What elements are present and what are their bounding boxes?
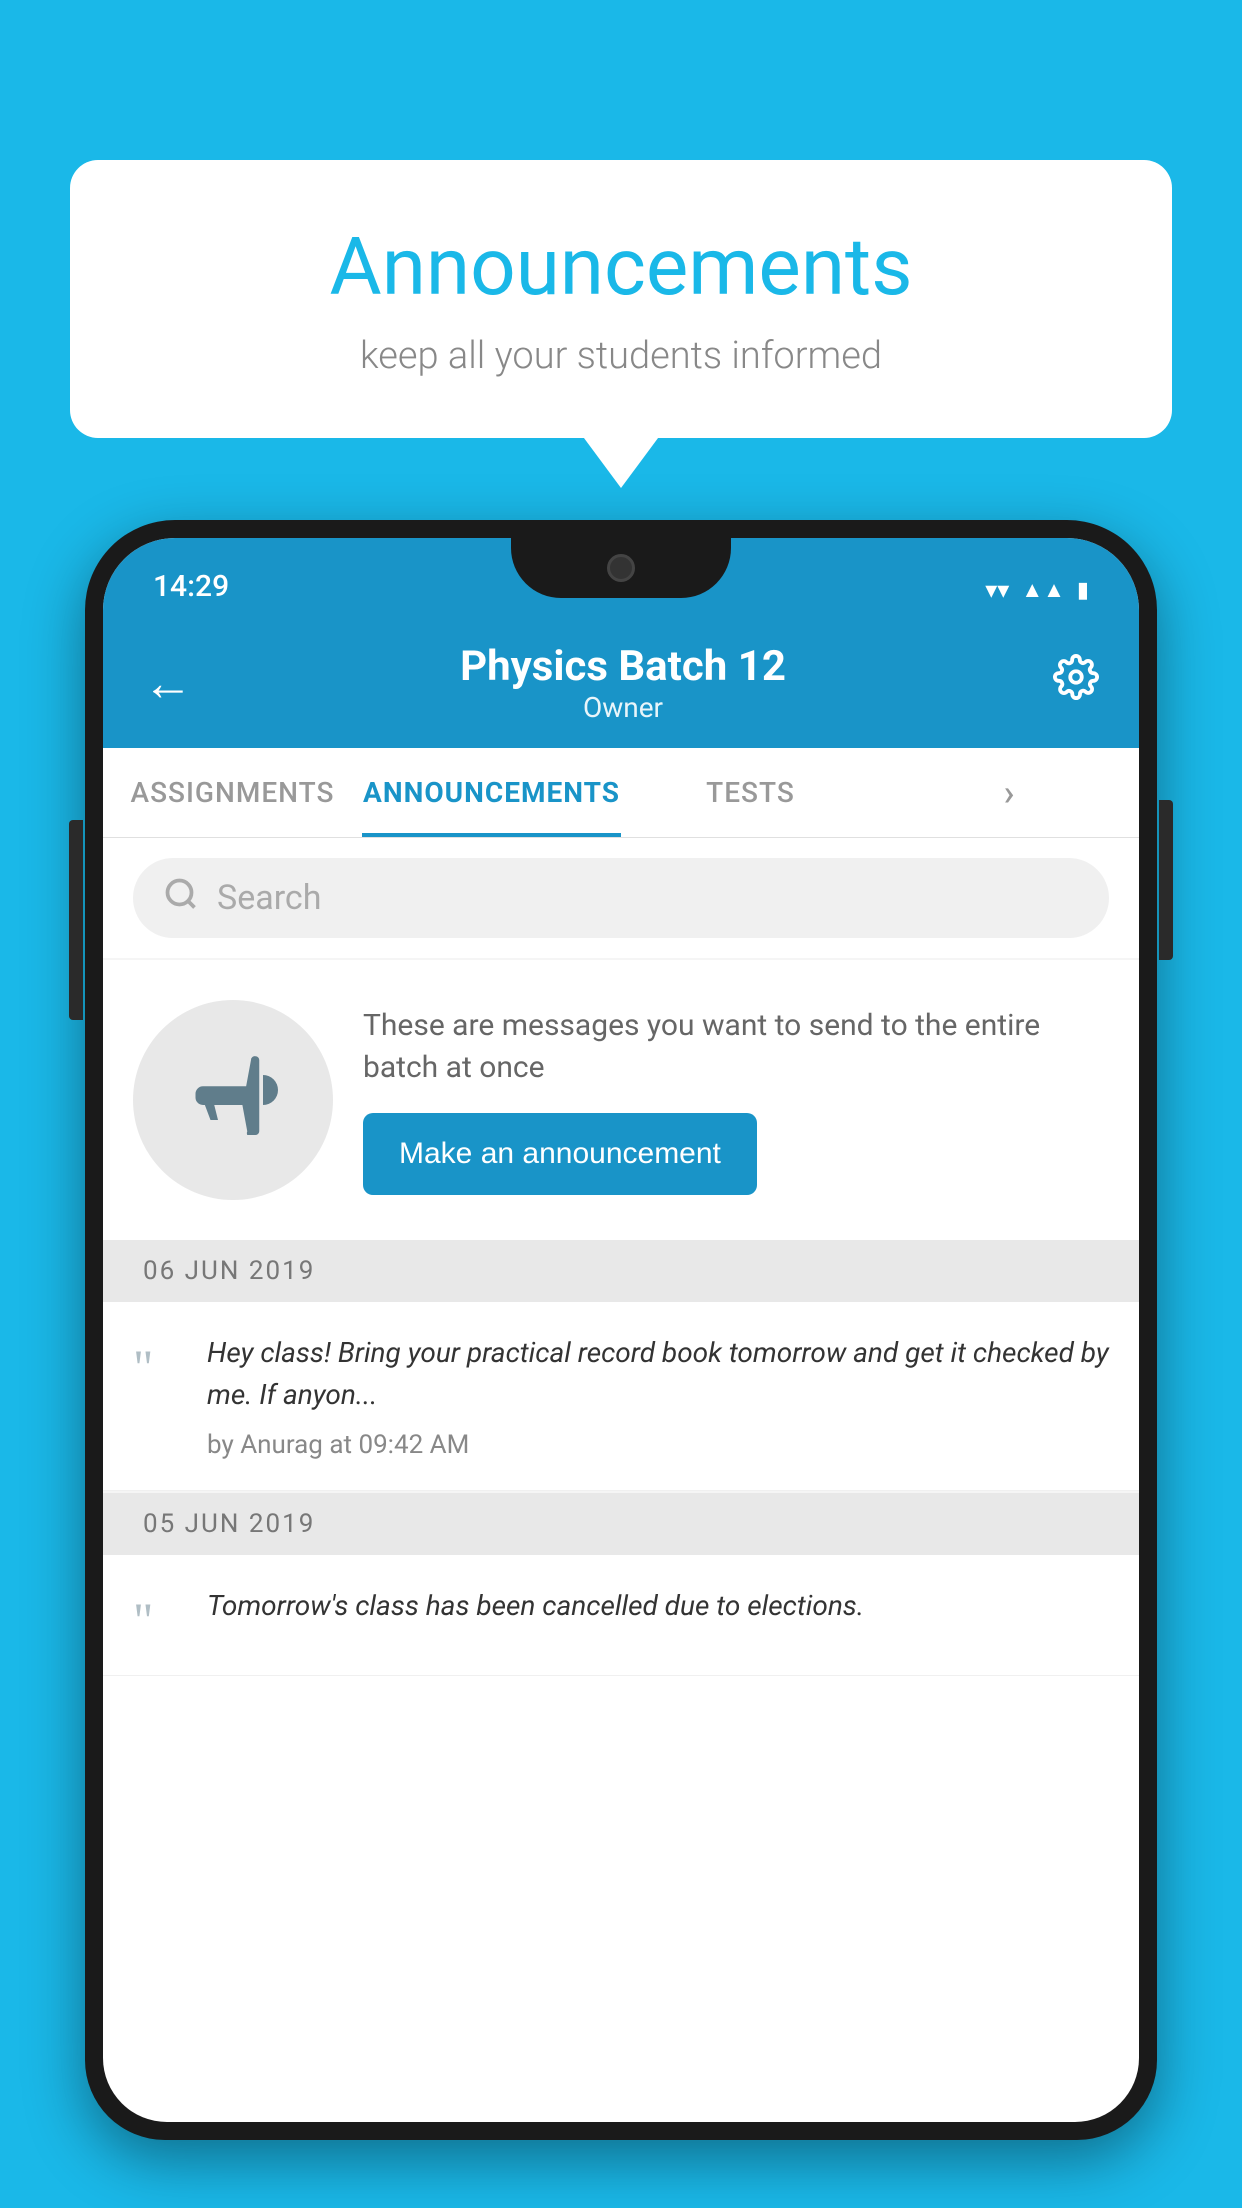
date-divider-1: 06 JUN 2019 <box>103 1240 1139 1302</box>
megaphone-icon <box>188 1045 278 1155</box>
tab-announcements[interactable]: ANNOUNCEMENTS <box>362 748 621 837</box>
promo-description: These are messages you want to send to t… <box>363 1005 1109 1089</box>
app-bar-subtitle: Owner <box>583 691 663 724</box>
app-bar-title-container: Physics Batch 12 Owner <box>460 642 786 724</box>
wifi-icon: ▾▾ <box>985 576 1009 604</box>
app-bar: ← Physics Batch 12 Owner <box>103 618 1139 748</box>
phone-outer-frame: 14:29 ▾▾ ▲▲ ▮ ← Physics Batch 12 Owner <box>85 520 1157 2140</box>
announcement-content-2: Tomorrow's class has been cancelled due … <box>207 1585 1109 1641</box>
phone-inner-screen: 14:29 ▾▾ ▲▲ ▮ ← Physics Batch 12 Owner <box>103 538 1139 2122</box>
make-announcement-button[interactable]: Make an announcement <box>363 1113 757 1195</box>
speech-bubble-section: Announcements keep all your students inf… <box>70 160 1172 438</box>
speech-bubble-title: Announcements <box>150 220 1092 314</box>
front-camera <box>607 554 635 582</box>
status-time: 14:29 <box>153 569 229 604</box>
phone-mockup: 14:29 ▾▾ ▲▲ ▮ ← Physics Batch 12 Owner <box>85 520 1157 2208</box>
tab-assignments[interactable]: ASSIGNMENTS <box>103 748 362 837</box>
announcement-item-1[interactable]: " Hey class! Bring your practical record… <box>103 1302 1139 1491</box>
date-label-1: 06 JUN 2019 <box>143 1256 315 1286</box>
announcement-item-2[interactable]: " Tomorrow's class has been cancelled du… <box>103 1555 1139 1676</box>
content-area: Search These are messages <box>103 838 1139 1676</box>
back-button[interactable]: ← <box>143 654 193 713</box>
search-icon <box>163 876 199 921</box>
tab-more[interactable]: › <box>880 748 1139 837</box>
speech-bubble-subtitle: keep all your students informed <box>150 334 1092 378</box>
promo-icon-circle <box>133 1000 333 1200</box>
quote-icon-2: " <box>133 1595 183 1645</box>
announcement-text-1: Hey class! Bring your practical record b… <box>207 1332 1109 1416</box>
date-label-2: 05 JUN 2019 <box>143 1509 315 1539</box>
announcement-content-1: Hey class! Bring your practical record b… <box>207 1332 1109 1460</box>
signal-icon: ▲▲ <box>1021 577 1065 603</box>
speech-bubble-card: Announcements keep all your students inf… <box>70 160 1172 438</box>
tabs-container: ASSIGNMENTS ANNOUNCEMENTS TESTS › <box>103 748 1139 838</box>
search-bar[interactable]: Search <box>133 858 1109 938</box>
announcement-meta-1: by Anurag at 09:42 AM <box>207 1430 1109 1460</box>
tab-tests[interactable]: TESTS <box>621 748 880 837</box>
status-icons: ▾▾ ▲▲ ▮ <box>985 576 1089 604</box>
promo-content: These are messages you want to send to t… <box>363 1005 1109 1195</box>
second-date-section: 05 JUN 2019 " Tomorrow's class has been … <box>103 1493 1139 1676</box>
search-input-placeholder: Search <box>217 878 321 918</box>
announcement-promo: These are messages you want to send to t… <box>103 960 1139 1240</box>
settings-icon[interactable] <box>1053 654 1099 712</box>
app-bar-title: Physics Batch 12 <box>460 642 786 691</box>
phone-notch <box>511 538 731 598</box>
search-bar-container: Search <box>103 838 1139 958</box>
quote-icon-1: " <box>133 1342 183 1392</box>
date-divider-2: 05 JUN 2019 <box>103 1493 1139 1555</box>
battery-icon: ▮ <box>1077 578 1089 603</box>
announcement-text-2: Tomorrow's class has been cancelled due … <box>207 1585 1109 1627</box>
